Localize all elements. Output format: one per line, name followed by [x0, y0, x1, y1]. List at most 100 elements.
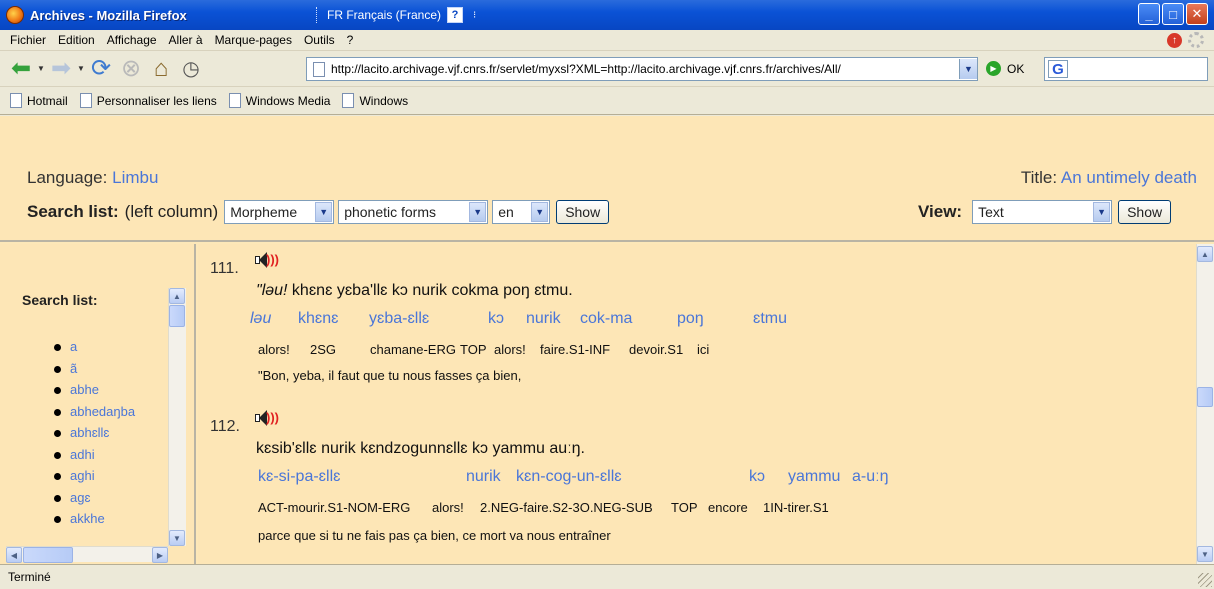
menu-affichage[interactable]: Affichage	[101, 33, 163, 47]
back-arrow-icon[interactable]: ⬅	[6, 54, 36, 84]
alert-icon[interactable]: ↑	[1167, 32, 1182, 48]
bookmark-label[interactable]: Personnaliser les liens	[97, 94, 217, 108]
scroll-thumb[interactable]	[1197, 387, 1213, 407]
navigation-toolbar: ⬅ ▼ ➡ ▼ ⟳ ⊗ ⌂ ◷ http://lacito.archivage.…	[0, 51, 1214, 87]
morpheme[interactable]: khɛnɛ	[298, 310, 338, 328]
list-item[interactable]: abhedaŋba	[54, 404, 135, 426]
menu-help[interactable]: ?	[341, 33, 360, 47]
close-button[interactable]: ✕	[1186, 3, 1208, 25]
menu-marque-pages[interactable]: Marque-pages	[209, 33, 298, 47]
forms-select[interactable]: phonetic forms ▼	[338, 200, 489, 224]
bookmark-windows[interactable]: Windows	[338, 93, 408, 108]
morpheme[interactable]: kɛ-si-pa-ɛllɛ	[258, 468, 340, 486]
list-item[interactable]: abhe	[54, 382, 135, 404]
list-item[interactable]: agɛ	[54, 490, 135, 512]
list-item[interactable]: adhi	[54, 447, 135, 469]
morpheme[interactable]: nurik	[466, 468, 501, 486]
bookmark-label[interactable]: Hotmail	[27, 94, 68, 108]
scroll-right-icon[interactable]: ▶	[152, 547, 168, 563]
lang-select[interactable]: en ▼	[492, 200, 551, 224]
list-item[interactable]: abhɛllɛ	[54, 425, 135, 447]
home-icon[interactable]: ⌂	[146, 54, 176, 84]
google-search-icon[interactable]: G	[1048, 60, 1068, 78]
history-clock-icon[interactable]: ◷	[176, 54, 206, 84]
morpheme[interactable]: poŋ	[677, 310, 704, 328]
search-box[interactable]: G	[1044, 57, 1208, 81]
show-view-button[interactable]: Show	[1118, 200, 1172, 224]
bookmark-label[interactable]: Windows	[359, 94, 408, 108]
forward-dropdown-icon[interactable]: ▼	[76, 64, 86, 73]
title-bar: Archives - Mozilla Firefox FR Français (…	[0, 0, 1214, 30]
menu-fichier[interactable]: Fichier	[4, 33, 52, 47]
morpheme[interactable]: kɛn-cog-un-ɛllɛ	[516, 468, 622, 486]
morpheme[interactable]: yɛba-ɛllɛ	[369, 310, 429, 328]
scroll-thumb[interactable]	[169, 305, 185, 327]
scroll-down-icon[interactable]: ▼	[169, 530, 185, 546]
language-indicator-label: FR Français (France)	[327, 8, 442, 22]
list-item[interactable]: ã	[54, 361, 135, 383]
gloss: ici	[697, 342, 710, 357]
morpheme[interactable]: ɛtmu	[753, 310, 787, 328]
language-value-link[interactable]: Limbu	[112, 168, 158, 187]
resize-grip-icon[interactable]	[1198, 573, 1212, 587]
left-horizontal-scrollbar[interactable]: ◀ ▶	[6, 546, 168, 563]
scroll-left-icon[interactable]: ◀	[6, 547, 22, 563]
reload-icon[interactable]: ⟳	[86, 54, 116, 84]
chevron-down-icon[interactable]: ▼	[1093, 202, 1111, 222]
indicator-options-icon[interactable]: ⁝	[473, 10, 476, 21]
main-vertical-scrollbar[interactable]: ▲ ▼	[1196, 244, 1214, 564]
scroll-up-icon[interactable]: ▲	[169, 288, 185, 304]
minimize-button[interactable]: _	[1138, 3, 1160, 25]
view-label: View:	[918, 202, 963, 221]
left-vertical-scrollbar[interactable]: ▲ ▼	[168, 288, 186, 546]
bookmark-windows-media[interactable]: Windows Media	[225, 93, 331, 108]
go-button[interactable]: ▶ OK	[986, 61, 1024, 76]
speaker-icon[interactable]: )))	[254, 252, 279, 270]
show-search-button[interactable]: Show	[556, 200, 610, 224]
menubar-icons: ↑	[1167, 32, 1204, 48]
title-value-link[interactable]: An untimely death	[1061, 168, 1197, 187]
morpheme[interactable]: ləu	[250, 310, 271, 328]
url-text[interactable]: http://lacito.archivage.vjf.cnrs.fr/serv…	[331, 62, 959, 76]
language-indicator[interactable]: FR Français (France) ? ⁝	[316, 6, 476, 24]
hscroll-thumb[interactable]	[23, 547, 73, 563]
morpheme[interactable]: yammu	[788, 468, 840, 486]
title-line: Title: An untimely death	[1021, 168, 1197, 188]
morpheme[interactable]: kɔ	[488, 310, 504, 328]
chevron-down-icon[interactable]: ▼	[531, 202, 549, 222]
list-item[interactable]: akkhe	[54, 511, 135, 533]
go-arrow-icon[interactable]: ▶	[986, 61, 1001, 76]
bookmark-hotmail[interactable]: Hotmail	[6, 93, 68, 108]
original-text: "ləu! khɛnɛ yɛba'llɛ kɔ nurik cokma poŋ …	[256, 282, 573, 299]
bookmark-label[interactable]: Windows Media	[246, 94, 331, 108]
go-label[interactable]: OK	[1007, 62, 1024, 76]
gloss: chamane-ERG	[370, 342, 456, 357]
menu-edition[interactable]: Edition	[52, 33, 101, 47]
maximize-button[interactable]: □	[1162, 3, 1184, 25]
bookmarks-bar: Hotmail Personnaliser les liens Windows …	[0, 87, 1214, 115]
morpheme[interactable]: kɔ	[749, 468, 765, 486]
speaker-icon[interactable]: )))	[254, 410, 279, 428]
type-select[interactable]: Morpheme ▼	[224, 200, 335, 224]
help-icon[interactable]: ?	[447, 7, 464, 23]
grip-icon	[316, 7, 319, 23]
forward-arrow-icon[interactable]: ➡	[46, 54, 76, 84]
url-dropdown-icon[interactable]: ▼	[959, 59, 977, 79]
chevron-down-icon[interactable]: ▼	[315, 202, 333, 222]
scroll-up-icon[interactable]: ▲	[1197, 246, 1213, 262]
list-item[interactable]: a	[54, 339, 135, 361]
scroll-down-icon[interactable]: ▼	[1197, 546, 1213, 562]
menu-aller-a[interactable]: Aller à	[163, 33, 209, 47]
morpheme[interactable]: cok-ma	[580, 310, 632, 328]
bookmark-personnaliser[interactable]: Personnaliser les liens	[76, 93, 217, 108]
morpheme[interactable]: nurik	[526, 310, 561, 328]
stop-icon[interactable]: ⊗	[116, 54, 146, 84]
view-select[interactable]: Text ▼	[972, 200, 1113, 224]
morpheme[interactable]: a-uːŋ	[852, 468, 888, 486]
list-item[interactable]: aghi	[54, 468, 135, 490]
morpheme-line: ləu khɛnɛ yɛba-ɛllɛ kɔ nurik cok-ma poŋ …	[198, 310, 1198, 330]
chevron-down-icon[interactable]: ▼	[469, 202, 487, 222]
back-dropdown-icon[interactable]: ▼	[36, 64, 46, 73]
menu-outils[interactable]: Outils	[298, 33, 341, 47]
address-bar[interactable]: http://lacito.archivage.vjf.cnrs.fr/serv…	[306, 57, 978, 81]
